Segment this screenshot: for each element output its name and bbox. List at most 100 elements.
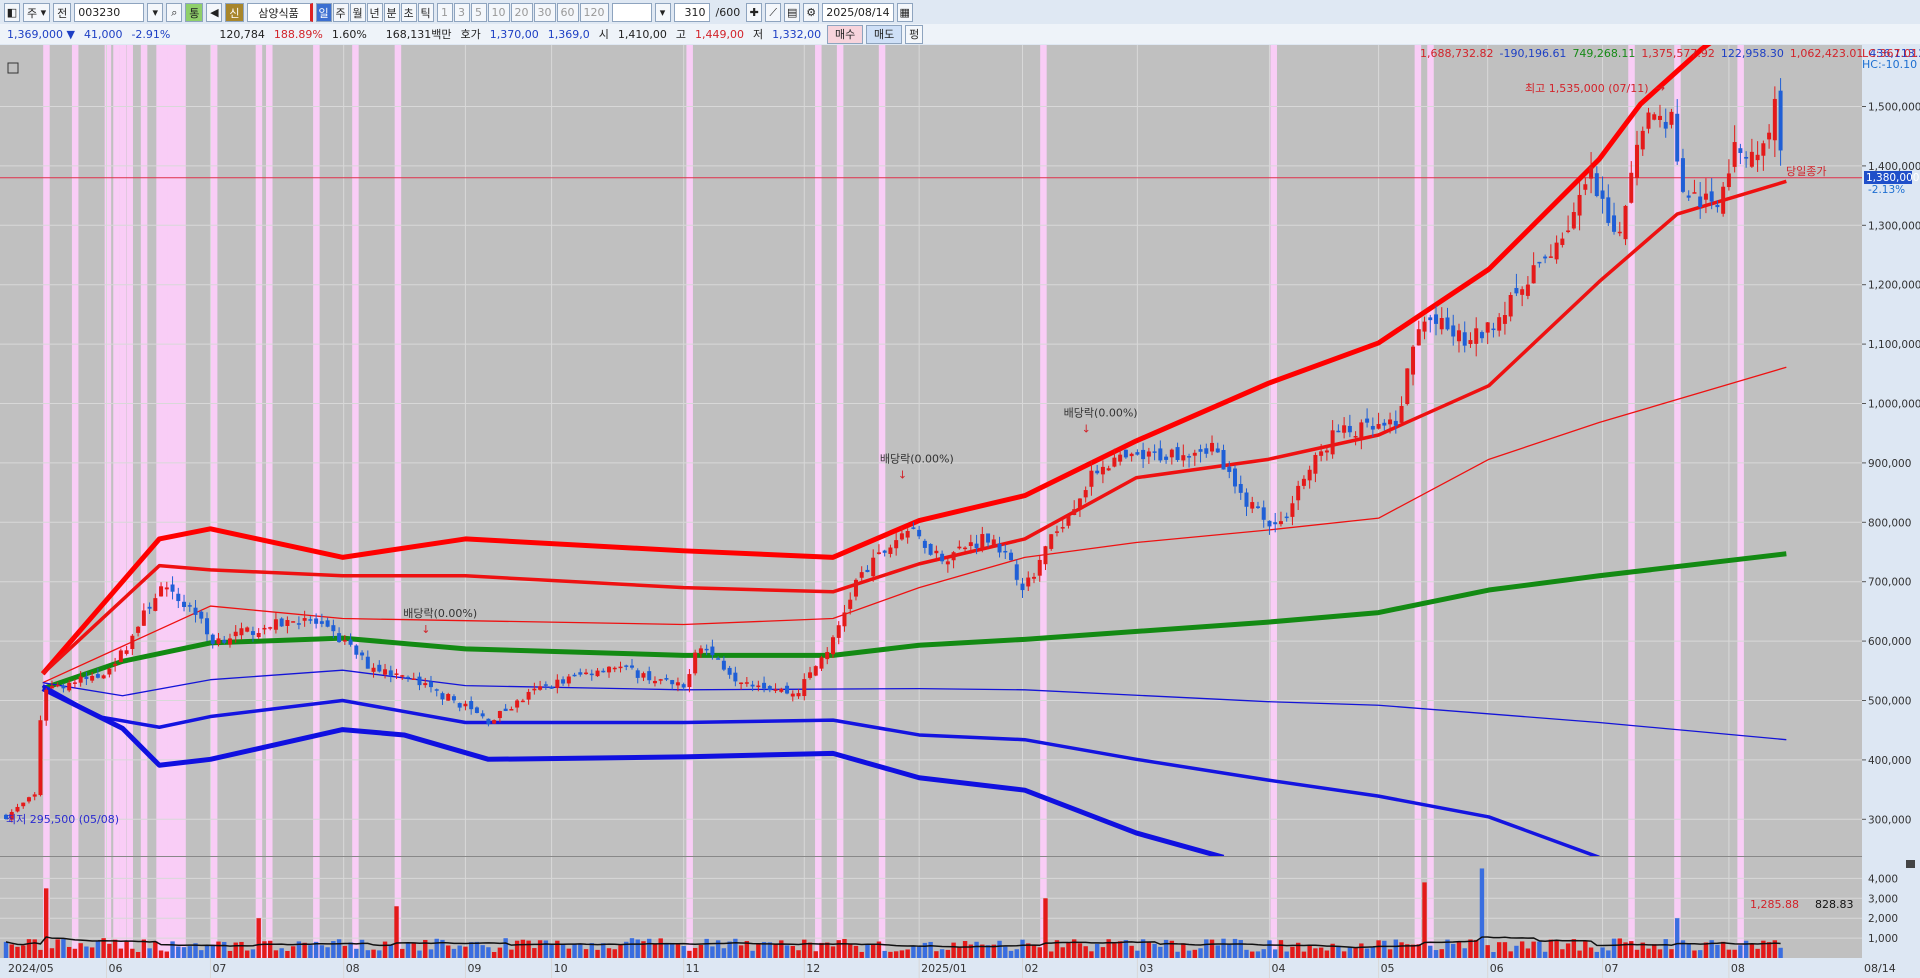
volume-bar <box>675 944 681 958</box>
highlight-band <box>156 45 163 958</box>
volume-bar <box>1600 947 1605 958</box>
volume-bar <box>1273 949 1278 958</box>
volume-bar <box>888 951 893 958</box>
stock-code-input[interactable]: 003230 <box>74 3 145 22</box>
mode-button[interactable]: 전 <box>53 3 72 22</box>
volume-bar <box>560 944 566 958</box>
volume-bar <box>1531 941 1536 958</box>
period-tab-0[interactable]: 일 <box>315 3 332 22</box>
volume-bar <box>400 948 405 958</box>
highlight-band <box>1270 45 1277 958</box>
date-tick-label: 03 <box>1139 962 1153 975</box>
date-tick-label: 12 <box>806 962 820 975</box>
volume-bar <box>974 941 979 958</box>
chevron-down-icon[interactable]: ▾ <box>654 3 671 22</box>
date-tick-label: 06 <box>109 962 123 975</box>
period-tab-5[interactable]: 초 <box>400 3 417 22</box>
chevron-down-icon[interactable]: ▾ <box>147 3 164 22</box>
window-icon[interactable]: ◧ <box>4 3 20 22</box>
volume-bar <box>1577 950 1582 958</box>
volume-bar <box>853 945 859 958</box>
interval-button-60[interactable]: 60 <box>556 3 579 22</box>
trend-icon[interactable]: ⟋ <box>765 3 782 22</box>
period-type-select[interactable]: 주 ▾ <box>23 3 51 22</box>
volume-bar <box>417 950 422 958</box>
dividend-label: 배당락(0.00%) <box>880 453 954 466</box>
date-input[interactable]: 2025/08/14 <box>822 3 894 22</box>
volume-bar <box>543 940 549 958</box>
volume-bar <box>1393 939 1399 958</box>
highlight-band <box>167 45 175 958</box>
close-pane-icon[interactable] <box>1906 860 1915 868</box>
volume-bar <box>692 947 698 958</box>
volume-bar <box>813 951 818 958</box>
volume-bar <box>916 946 922 958</box>
calendar-icon[interactable]: ▦ <box>896 3 913 22</box>
period-tab-2[interactable]: 월 <box>349 3 366 22</box>
period-tab-6[interactable]: 틱 <box>417 3 434 22</box>
highlight-band <box>126 45 133 958</box>
volume-bar <box>1439 949 1444 958</box>
volume-bar <box>1031 944 1037 958</box>
trade-amount: 168,131백만 <box>385 28 452 41</box>
volume-bar <box>1669 949 1674 958</box>
interval-buttons: 1 3 5 10 20 30 60 120 <box>436 3 609 22</box>
volume-bar <box>647 938 652 958</box>
period-tab-4[interactable]: 분 <box>383 3 400 22</box>
period-type-value: 주 <box>27 6 38 20</box>
tong-button[interactable]: 통 <box>185 3 204 22</box>
volume-bar <box>1215 945 1220 958</box>
search-icon[interactable]: ⌕ <box>166 3 183 22</box>
volume-bar <box>1479 868 1485 958</box>
sell-button[interactable]: 매도 <box>866 24 903 44</box>
volume-bar <box>664 943 669 958</box>
save-icon[interactable]: ▤ <box>784 3 801 22</box>
interval-button-1[interactable]: 1 <box>436 3 453 22</box>
highlight-band <box>686 45 693 958</box>
shin-button[interactable]: 신 <box>225 3 244 22</box>
period-tab-1[interactable]: 주 <box>332 3 349 22</box>
candle <box>38 715 43 797</box>
interval-button-20[interactable]: 20 <box>510 3 533 22</box>
volume-bar <box>1163 939 1169 958</box>
stock-name-field[interactable]: 삼양식품 <box>246 3 313 22</box>
volume-bar <box>520 939 526 958</box>
volume-bar <box>957 946 962 958</box>
gear-icon[interactable]: ⚙ <box>803 3 820 22</box>
highlight-band <box>1427 45 1434 958</box>
volume-bar <box>842 938 847 958</box>
legend-value: 1,062,423.01 <box>1790 47 1863 60</box>
speaker-icon[interactable]: ◀ <box>206 3 223 22</box>
volume-bar <box>865 944 870 958</box>
volume-bar <box>176 946 181 958</box>
volume-bar <box>939 949 945 958</box>
volume-bar <box>1462 948 1467 958</box>
interval-button-10[interactable]: 10 <box>487 3 510 22</box>
price-tick-label: 1,200,000 <box>1868 280 1920 292</box>
extra-button[interactable]: 펑 <box>905 24 924 44</box>
volume-bar <box>118 948 124 958</box>
volume-bar <box>1382 940 1387 958</box>
volume-bar <box>773 944 778 958</box>
crosshair-icon[interactable]: ✚ <box>746 3 763 22</box>
volume-bar <box>1301 951 1307 958</box>
interval-button-3[interactable]: 3 <box>453 3 470 22</box>
custom-interval-input[interactable] <box>611 3 652 22</box>
volume-bar <box>870 944 876 958</box>
interval-button-30[interactable]: 30 <box>533 3 556 22</box>
volume-bar <box>1290 946 1295 958</box>
interval-button-120[interactable]: 120 <box>579 3 609 22</box>
buy-button[interactable]: 매수 <box>827 24 864 44</box>
volume-bar <box>1238 939 1243 958</box>
volume-bar <box>1646 948 1651 958</box>
bar-count-input[interactable]: 310 <box>673 3 710 22</box>
price-chart[interactable]: 300,000 400,000 500,000 600,000 700,000 800,0… <box>0 45 1920 978</box>
volume-bar <box>629 938 635 958</box>
volume-bar <box>1347 946 1353 958</box>
highlight-band <box>173 45 181 958</box>
volume-bar <box>434 938 439 958</box>
price-tick-label: 700,000 <box>1868 577 1911 589</box>
volume-bar <box>905 949 910 958</box>
period-tab-3[interactable]: 년 <box>366 3 383 22</box>
interval-button-5[interactable]: 5 <box>470 3 487 22</box>
